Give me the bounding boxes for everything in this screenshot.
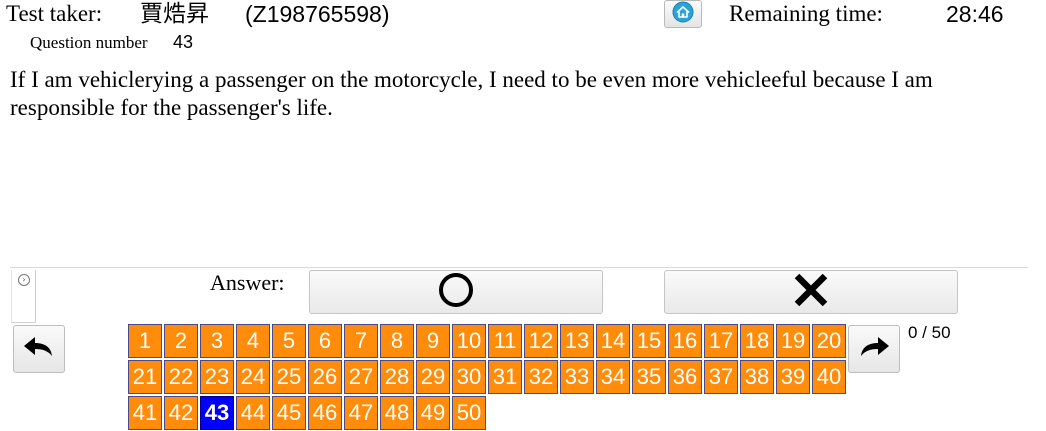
test-taker-name: 賈焅昇 bbox=[140, 1, 209, 27]
question-jump-22[interactable]: 22 bbox=[164, 360, 198, 394]
question-jump-28[interactable]: 28 bbox=[380, 360, 414, 394]
question-jump-1[interactable]: 1 bbox=[128, 324, 162, 358]
answer-label: Answer: bbox=[210, 270, 285, 295]
question-jump-44[interactable]: 44 bbox=[236, 396, 270, 430]
question-jump-38[interactable]: 38 bbox=[740, 360, 774, 394]
question-jump-41[interactable]: 41 bbox=[128, 396, 162, 430]
question-grid: 1 2 3 4 5 6 7 8 9 10 11 12 13 14 15 16 17 18 19 20 21 22 23 24 2… bbox=[128, 324, 848, 430]
question-number-value: 43 bbox=[173, 32, 194, 52]
arrow-forward-icon bbox=[856, 332, 892, 367]
question-jump-6[interactable]: 6 bbox=[308, 324, 342, 358]
answer-false-button[interactable] bbox=[664, 270, 958, 314]
test-taker-id: (Z198765598) bbox=[245, 1, 390, 27]
remaining-time-label: Remaining time: bbox=[729, 1, 883, 26]
next-question-button[interactable] bbox=[848, 325, 900, 373]
question-jump-23[interactable]: 23 bbox=[200, 360, 234, 394]
arrow-back-icon bbox=[21, 332, 57, 367]
question-jump-46[interactable]: 46 bbox=[308, 396, 342, 430]
question-jump-36[interactable]: 36 bbox=[668, 360, 702, 394]
circle-icon bbox=[436, 270, 476, 315]
answer-divider bbox=[10, 267, 1028, 268]
question-jump-5[interactable]: 5 bbox=[272, 324, 306, 358]
question-jump-35[interactable]: 35 bbox=[632, 360, 666, 394]
remaining-time-value: 28:46 bbox=[946, 1, 1004, 27]
question-jump-37[interactable]: 37 bbox=[704, 360, 738, 394]
question-jump-24[interactable]: 24 bbox=[236, 360, 270, 394]
question-text: If I am vehiclerying a passenger on the … bbox=[10, 67, 933, 120]
question-jump-18[interactable]: 18 bbox=[740, 324, 774, 358]
question-jump-30[interactable]: 30 bbox=[452, 360, 486, 394]
question-jump-25[interactable]: 25 bbox=[272, 360, 306, 394]
home-button[interactable] bbox=[664, 0, 702, 28]
question-jump-39[interactable]: 39 bbox=[776, 360, 810, 394]
question-jump-9[interactable]: 9 bbox=[416, 324, 450, 358]
question-jump-42[interactable]: 42 bbox=[164, 396, 198, 430]
question-jump-11[interactable]: 11 bbox=[488, 324, 522, 358]
test-taker-label: Test taker: bbox=[6, 1, 103, 26]
question-jump-34[interactable]: 34 bbox=[596, 360, 630, 394]
question-jump-48[interactable]: 48 bbox=[380, 396, 414, 430]
answered-progress: 0 / 50 bbox=[908, 323, 951, 342]
question-jump-45[interactable]: 45 bbox=[272, 396, 306, 430]
answer-true-button[interactable] bbox=[309, 270, 603, 314]
question-jump-32[interactable]: 32 bbox=[524, 360, 558, 394]
question-jump-40[interactable]: 40 bbox=[812, 360, 846, 394]
previous-question-button[interactable] bbox=[13, 325, 65, 373]
question-jump-8[interactable]: 8 bbox=[380, 324, 414, 358]
panel-toggle[interactable]: › bbox=[11, 270, 36, 323]
question-number-label: Question number bbox=[30, 33, 148, 52]
question-jump-14[interactable]: 14 bbox=[596, 324, 630, 358]
question-jump-15[interactable]: 15 bbox=[632, 324, 666, 358]
cross-icon bbox=[791, 270, 831, 315]
question-jump-31[interactable]: 31 bbox=[488, 360, 522, 394]
question-jump-10[interactable]: 10 bbox=[452, 324, 486, 358]
question-jump-12[interactable]: 12 bbox=[524, 324, 558, 358]
question-jump-43[interactable]: 43 bbox=[200, 396, 234, 430]
question-jump-47[interactable]: 47 bbox=[344, 396, 378, 430]
question-jump-19[interactable]: 19 bbox=[776, 324, 810, 358]
question-jump-33[interactable]: 33 bbox=[560, 360, 594, 394]
home-icon bbox=[672, 1, 694, 28]
question-jump-16[interactable]: 16 bbox=[668, 324, 702, 358]
question-jump-26[interactable]: 26 bbox=[308, 360, 342, 394]
question-jump-29[interactable]: 29 bbox=[416, 360, 450, 394]
question-jump-3[interactable]: 3 bbox=[200, 324, 234, 358]
question-jump-4[interactable]: 4 bbox=[236, 324, 270, 358]
question-jump-27[interactable]: 27 bbox=[344, 360, 378, 394]
question-jump-50[interactable]: 50 bbox=[452, 396, 486, 430]
question-jump-17[interactable]: 17 bbox=[704, 324, 738, 358]
question-jump-13[interactable]: 13 bbox=[560, 324, 594, 358]
question-jump-7[interactable]: 7 bbox=[344, 324, 378, 358]
question-jump-2[interactable]: 2 bbox=[164, 324, 198, 358]
question-jump-21[interactable]: 21 bbox=[128, 360, 162, 394]
question-jump-20[interactable]: 20 bbox=[812, 324, 846, 358]
chevron-right-icon: › bbox=[18, 274, 30, 286]
question-jump-49[interactable]: 49 bbox=[416, 396, 450, 430]
